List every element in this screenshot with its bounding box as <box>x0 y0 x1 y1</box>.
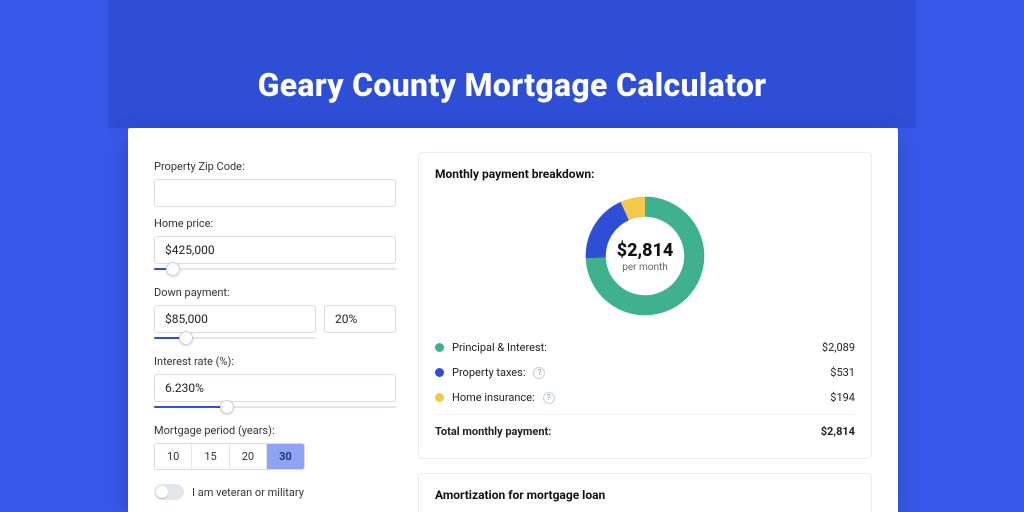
legend-row-tax: Property taxes:? $531 <box>435 360 855 385</box>
results-column: Monthly payment breakdown: $2,814 per mo… <box>418 152 872 512</box>
amortization-panel: Amortization for mortgage loan Amortizat… <box>418 473 872 512</box>
calculator-card: Property Zip Code: Home price: Down paym… <box>128 128 898 512</box>
stage: Geary County Mortgage Calculator Propert… <box>0 0 1024 512</box>
legend-value-tax: $531 <box>830 366 855 379</box>
period-option-30[interactable]: 30 <box>267 444 304 469</box>
breakdown-panel: Monthly payment breakdown: $2,814 per mo… <box>418 152 872 459</box>
total-label: Total monthly payment: <box>435 425 551 438</box>
legend-label-ins: Home insurance: <box>452 391 535 404</box>
header-band <box>108 0 916 128</box>
interest-slider[interactable] <box>154 400 396 414</box>
interest-label: Interest rate (%): <box>154 355 396 368</box>
donut-amount: $2,814 <box>617 240 674 261</box>
veteran-label: I am veteran or military <box>192 486 304 499</box>
donut-unit: per month <box>622 262 668 273</box>
down-payment-label: Down payment: <box>154 286 396 299</box>
form-column: Property Zip Code: Home price: Down paym… <box>154 152 396 512</box>
interest-input[interactable] <box>154 374 396 402</box>
period-option-10[interactable]: 10 <box>155 444 192 469</box>
page-title: Geary County Mortgage Calculator <box>0 66 1024 104</box>
donut-chart: $2,814 per month <box>580 191 710 321</box>
legend-label-tax: Property taxes: <box>452 366 525 379</box>
breakdown-title: Monthly payment breakdown: <box>435 167 855 181</box>
veteran-toggle[interactable] <box>154 484 184 500</box>
period-selector: 10152030 <box>154 443 305 470</box>
period-option-15[interactable]: 15 <box>192 444 229 469</box>
legend-value-pi: $2,089 <box>822 341 855 354</box>
down-payment-percent-input[interactable] <box>324 305 396 333</box>
legend-row-pi: Principal & Interest: $2,089 <box>435 335 855 360</box>
period-option-20[interactable]: 20 <box>230 444 267 469</box>
legend-label-pi: Principal & Interest: <box>452 341 547 354</box>
period-label: Mortgage period (years): <box>154 424 396 437</box>
swatch-tax <box>435 368 444 377</box>
home-price-input[interactable] <box>154 236 396 264</box>
down-payment-slider[interactable] <box>154 331 316 345</box>
swatch-pi <box>435 343 444 352</box>
zip-label: Property Zip Code: <box>154 160 396 173</box>
legend-row-ins: Home insurance:? $194 <box>435 385 855 410</box>
zip-input[interactable] <box>154 179 396 207</box>
home-price-slider[interactable] <box>154 262 396 276</box>
home-price-label: Home price: <box>154 217 396 230</box>
amortization-title: Amortization for mortgage loan <box>435 488 855 502</box>
info-icon[interactable]: ? <box>543 392 555 404</box>
info-icon[interactable]: ? <box>533 367 545 379</box>
swatch-ins <box>435 393 444 402</box>
total-value: $2,814 <box>821 425 855 438</box>
down-payment-input[interactable] <box>154 305 316 333</box>
legend-value-ins: $194 <box>830 391 855 404</box>
